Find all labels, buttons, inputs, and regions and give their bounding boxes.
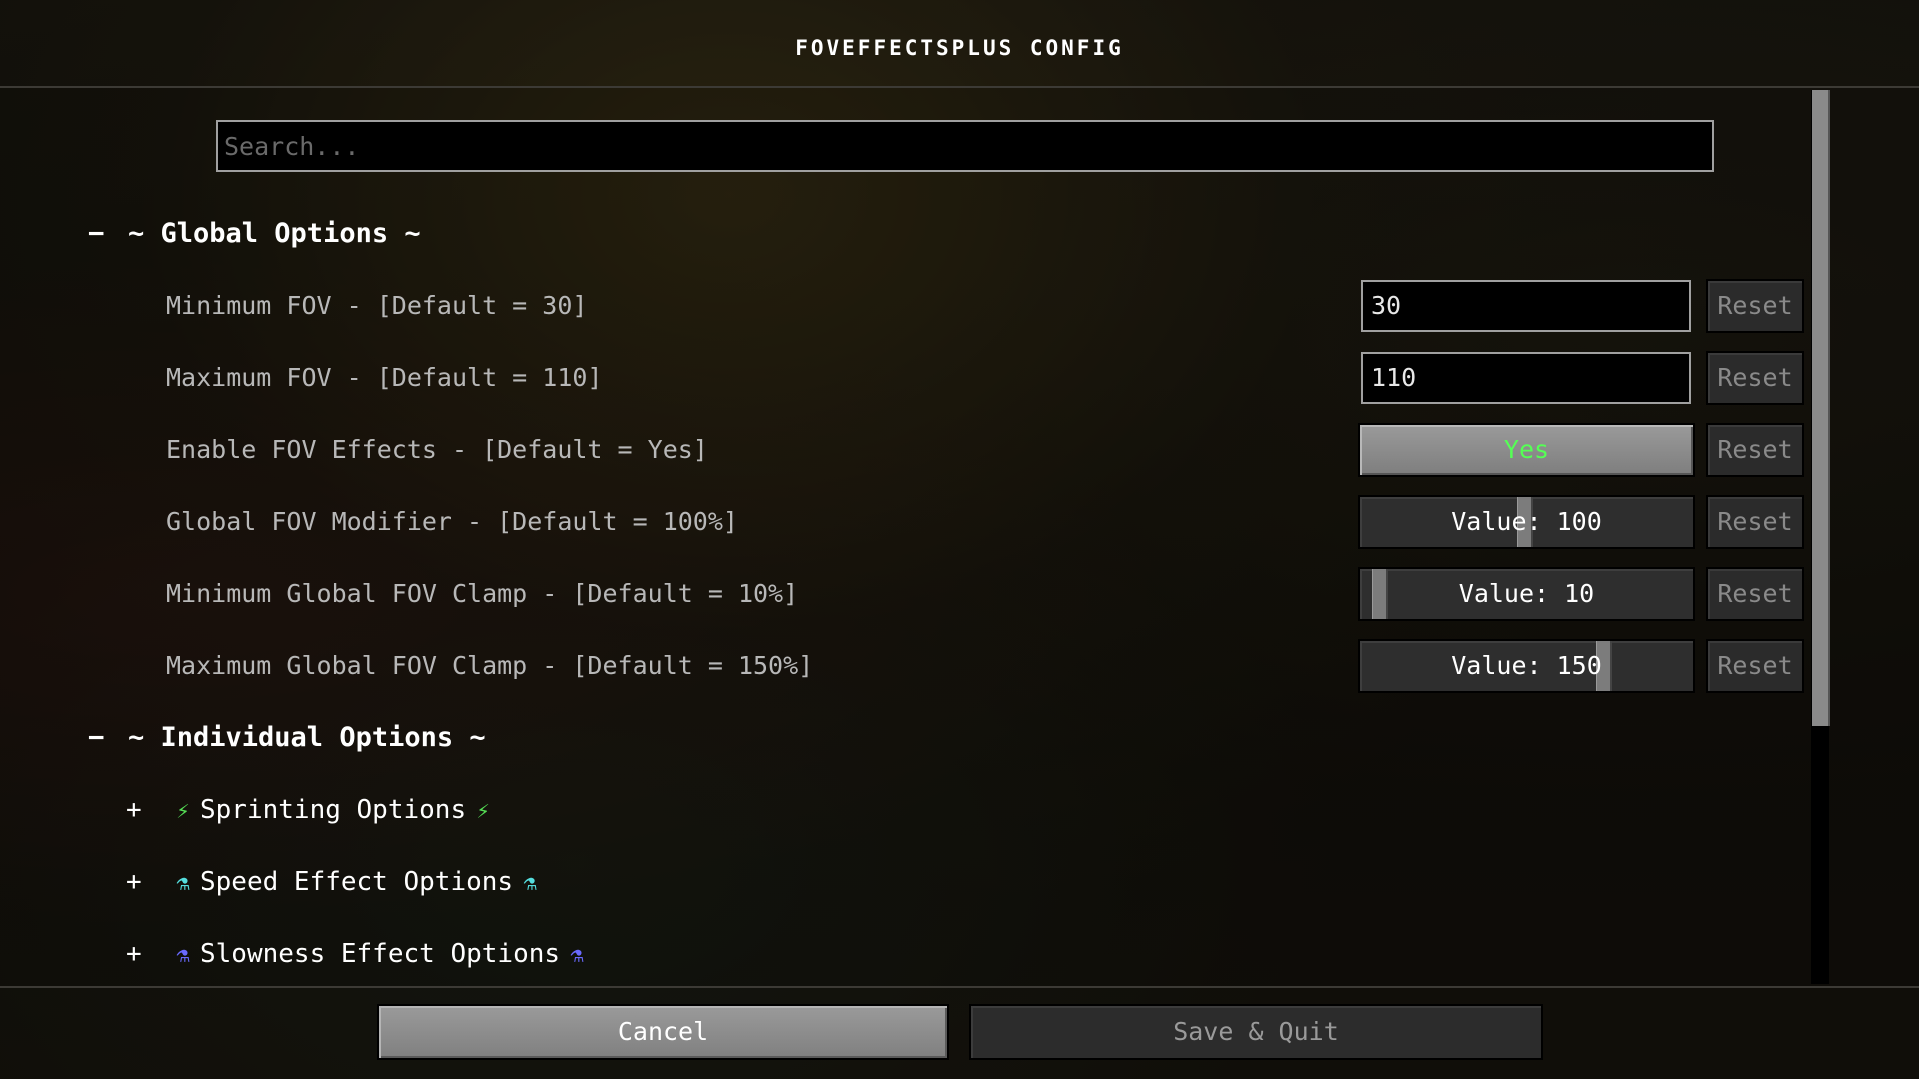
collapse-toggle[interactable]: −	[88, 718, 128, 758]
slider-value: Value: 100	[1451, 507, 1602, 536]
reset-button[interactable]: Reset	[1706, 639, 1804, 693]
option-label-minimum-global-fov-clamp: Minimum Global FOV Clamp - [Default = 10…	[166, 579, 799, 608]
option-label-minimum-fov: Minimum FOV - [Default = 30]	[166, 291, 588, 320]
subsection-slowness-effect-options[interactable]: + ⚗ Slowness Effect Options ⚗	[126, 934, 594, 974]
potion-icon: ⚗	[570, 943, 584, 968]
config-screen: FOVEFFECTSPLUS CONFIG −~ Global Options …	[0, 0, 1919, 1079]
minimum-global-fov-clamp-slider[interactable]: Value: 10	[1358, 567, 1695, 621]
subsection-label: Sprinting Options	[200, 795, 467, 825]
maximum-fov-field[interactable]: 110	[1361, 352, 1691, 404]
collapse-toggle[interactable]: −	[88, 214, 128, 254]
subsection-sprinting-options[interactable]: + ⚡ Sprinting Options ⚡	[126, 790, 500, 830]
section-individual-options[interactable]: − ~ Individual Options ~	[88, 718, 486, 758]
enable-fov-effects-toggle[interactable]: Yes	[1358, 423, 1695, 477]
scrollbar-thumb[interactable]	[1812, 90, 1830, 726]
option-label-global-fov-modifier: Global FOV Modifier - [Default = 100%]	[166, 507, 738, 536]
reset-button[interactable]: Reset	[1706, 495, 1804, 549]
reset-button[interactable]: Reset	[1706, 279, 1804, 333]
global-fov-modifier-slider[interactable]: Value: 100	[1358, 495, 1695, 549]
potion-icon: ⚗	[176, 871, 190, 896]
option-label-maximum-fov: Maximum FOV - [Default = 110]	[166, 363, 603, 392]
expand-toggle[interactable]: +	[126, 934, 166, 974]
potion-icon: ⚗	[176, 943, 190, 968]
section-title: ~ Individual Options ~	[128, 722, 486, 753]
section-title: ~ Global Options ~	[128, 218, 421, 249]
subsection-speed-effect-options[interactable]: + ⚗ Speed Effect Options ⚗	[126, 862, 547, 902]
potion-icon: ⚗	[523, 871, 537, 896]
header-bar: FOVEFFECTSPLUS CONFIG	[0, 0, 1919, 88]
save-and-quit-button[interactable]: Save & Quit	[969, 1004, 1543, 1060]
sprint-icon: ⚡	[476, 799, 490, 824]
option-label-enable-fov-effects: Enable FOV Effects - [Default = Yes]	[166, 435, 708, 464]
page-title: FOVEFFECTSPLUS CONFIG	[795, 36, 1124, 60]
subsection-label: Slowness Effect Options	[200, 939, 561, 969]
section-global-options[interactable]: − ~ Global Options ~	[88, 214, 421, 254]
minimum-fov-field[interactable]: 30	[1361, 280, 1691, 332]
subsection-label: Speed Effect Options	[200, 867, 514, 897]
maximum-global-fov-clamp-slider[interactable]: Value: 150	[1358, 639, 1695, 693]
footer-bar	[0, 986, 1919, 1079]
cancel-button[interactable]: Cancel	[377, 1004, 949, 1060]
sprint-icon: ⚡	[176, 799, 190, 824]
reset-button[interactable]: Reset	[1706, 423, 1804, 477]
reset-button[interactable]: Reset	[1706, 567, 1804, 621]
slider-value: Value: 150	[1451, 651, 1602, 680]
option-label-maximum-global-fov-clamp: Maximum Global FOV Clamp - [Default = 15…	[166, 651, 814, 680]
expand-toggle[interactable]: +	[126, 790, 166, 830]
slider-value: Value: 10	[1458, 579, 1595, 608]
reset-button[interactable]: Reset	[1706, 351, 1804, 405]
expand-toggle[interactable]: +	[126, 862, 166, 902]
search-input[interactable]	[216, 120, 1714, 172]
